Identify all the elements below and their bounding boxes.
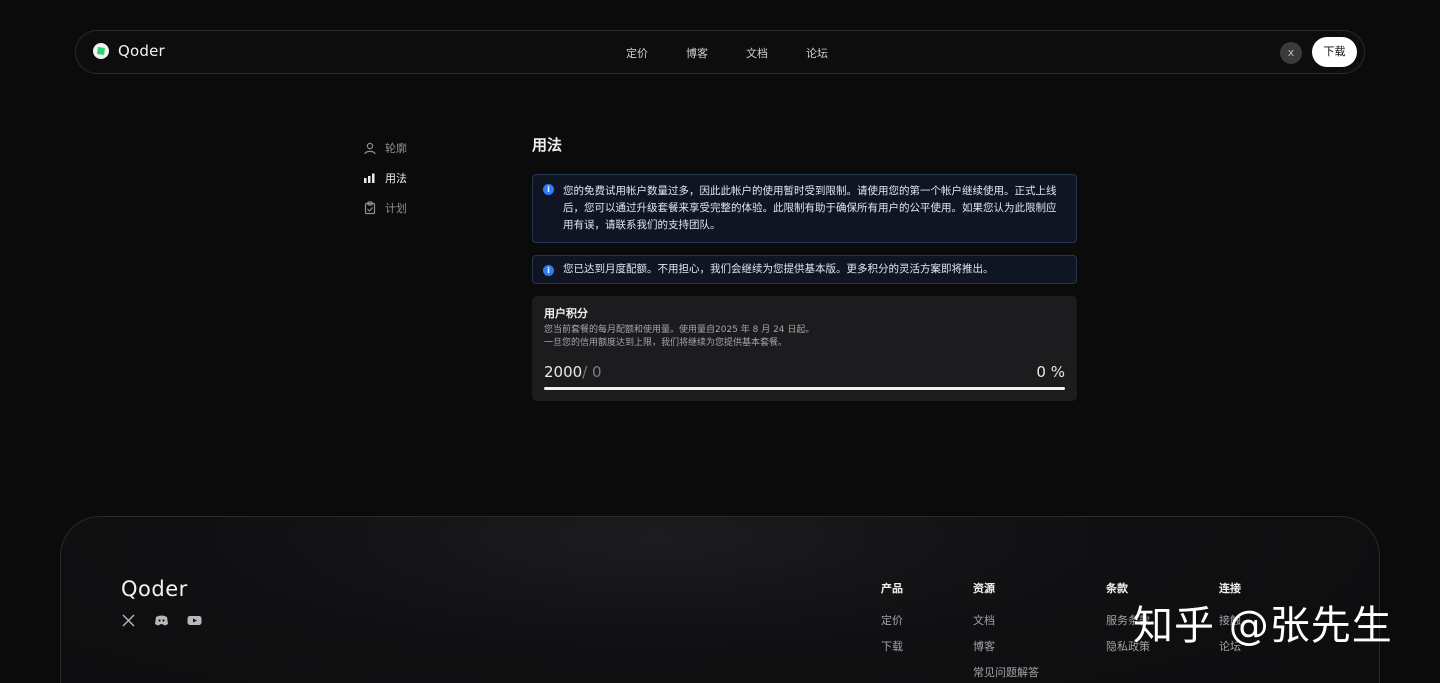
nav-pricing[interactable]: 定价: [626, 45, 648, 61]
info-icon: i: [543, 265, 554, 276]
sidebar-item-label: 计划: [385, 202, 407, 215]
footer-column-title: 资源: [973, 582, 995, 595]
alert-text: 您的免费试用帐户数量过多，因此此帐户的使用暂时受到限制。请使用您的第一个帐户继续…: [563, 185, 1057, 231]
trial-limit-alert: i 您的免费试用帐户数量过多，因此此帐户的使用暂时受到限制。请使用您的第一个帐户…: [532, 174, 1077, 243]
user-credits-card: 用户积分 您当前套餐的每月配额和使用量。使用量自2025 年 8 月 24 日起…: [532, 296, 1077, 401]
close-button[interactable]: x: [1280, 42, 1302, 64]
footer-column-title: 产品: [881, 582, 903, 595]
credits-percent: 0 %: [1036, 363, 1065, 381]
brand-link[interactable]: Qoder: [92, 42, 165, 60]
nav-blog[interactable]: 博客: [686, 45, 708, 61]
youtube-icon[interactable]: [187, 613, 202, 628]
credits-total: / 0: [582, 363, 602, 381]
credits-title: 用户积分: [544, 307, 588, 320]
discord-icon[interactable]: [154, 613, 169, 628]
nav-docs[interactable]: 文档: [746, 45, 768, 61]
download-button[interactable]: 下载: [1312, 37, 1357, 67]
usage-panel: 用法 i 您的免费试用帐户数量过多，因此此帐户的使用暂时受到限制。请使用您的第一…: [532, 134, 1077, 401]
footer-brand: Qoder: [121, 577, 188, 601]
footer-column-product: 产品 定价 下载: [881, 580, 903, 666]
quota-alert: i 您已达到月度配额。不用担心，我们会继续为您提供基本版。更多积分的灵活方案即将…: [532, 255, 1077, 284]
footer-column-resources: 资源 文档 博客 常见问题解答: [973, 580, 1039, 683]
top-nav-bar: Qoder 定价 博客 文档 论坛 x 下载: [75, 30, 1365, 74]
credits-progress-bar: [544, 387, 1065, 390]
page-title: 用法: [532, 136, 563, 154]
footer-link[interactable]: 常见问题解答: [973, 666, 1039, 683]
footer-link[interactable]: 博客: [973, 640, 1039, 666]
sidebar-item-plan[interactable]: 计划: [363, 200, 407, 216]
footer-link[interactable]: 文档: [973, 614, 1039, 640]
info-icon: i: [543, 184, 554, 195]
credits-description-line: 您当前套餐的每月配额和使用量。使用量自2025 年 8 月 24 日起。: [544, 325, 815, 335]
credits-used: 2000: [544, 363, 583, 381]
user-icon: [364, 142, 376, 155]
sidebar-item-usage[interactable]: 用法: [363, 170, 407, 186]
sidebar-item-label: 轮廓: [385, 142, 407, 155]
brand-name: Qoder: [118, 42, 165, 60]
main-nav: 定价 博客 文档 论坛: [626, 45, 828, 61]
bar-chart-icon: [364, 173, 375, 183]
x-icon[interactable]: [121, 613, 136, 628]
credits-description: 您当前套餐的每月配额和使用量。使用量自2025 年 8 月 24 日起。 一旦您…: [544, 324, 1065, 350]
credits-description-line: 一旦您的信用额度达到上限，我们将继续为您提供基本套餐。: [544, 338, 788, 348]
zhihu-watermark: 知乎 @张先生: [1133, 603, 1393, 649]
sidebar-item-profile[interactable]: 轮廓: [363, 140, 407, 156]
settings-sidebar: 轮廓 用法 计划: [363, 140, 407, 230]
sidebar-item-label: 用法: [385, 172, 407, 185]
credits-summary: 2000/ 0 0 %: [544, 362, 1065, 381]
social-links: [121, 613, 202, 628]
nav-forum[interactable]: 论坛: [806, 45, 828, 61]
clipboard-icon: [364, 201, 376, 215]
qoder-logo-icon: [93, 43, 109, 59]
alert-text: 您已达到月度配额。不用担心，我们会继续为您提供基本版。更多积分的灵活方案即将推出…: [563, 263, 994, 275]
footer-link[interactable]: 定价: [881, 614, 903, 640]
footer-link[interactable]: 下载: [881, 640, 903, 666]
